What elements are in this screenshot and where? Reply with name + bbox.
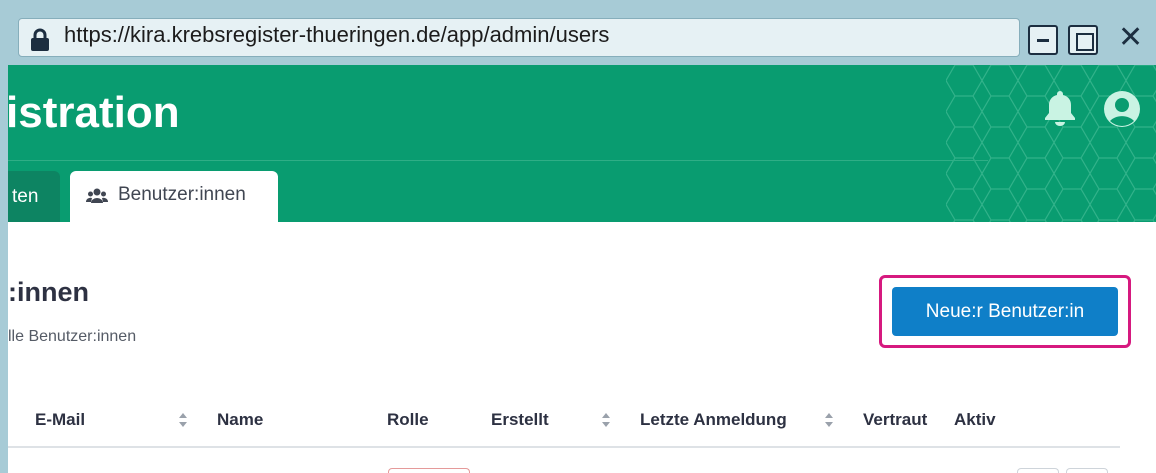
column-header-active[interactable]: Aktiv [954,410,996,430]
row-action-button[interactable] [1017,468,1059,473]
window-frame-left [0,0,8,473]
browser-bar: https://kira.krebsregister-thueringen.de… [8,8,1156,65]
maximize-icon[interactable] [1068,25,1098,55]
page-title: istration [8,88,180,137]
tab-previous[interactable]: ten [8,171,60,222]
new-user-button[interactable]: Neue:r Benutzer:in [892,287,1118,336]
table-header-divider [8,446,1120,448]
sort-icon[interactable] [178,412,188,428]
column-header-name[interactable]: Name [217,410,263,430]
lock-icon [31,28,49,51]
tab-label: ten [12,186,39,207]
bell-icon[interactable] [1043,89,1077,127]
role-badge [388,468,470,473]
check-icon [878,468,888,473]
column-header-created[interactable]: Erstellt [491,410,549,430]
sort-icon[interactable] [601,412,611,428]
minimize-icon[interactable] [1028,25,1058,55]
user-circle-icon[interactable] [1103,90,1141,128]
close-icon[interactable]: ✕ [1108,23,1148,55]
column-header-last-login[interactable]: Letzte Anmeldung [640,410,787,430]
url-text[interactable]: https://kira.krebsregister-thueringen.de… [64,22,609,48]
window-frame-top [0,0,1156,8]
sort-icon[interactable] [824,412,834,428]
header-divider [8,160,988,161]
section-title: :innen [8,277,89,307]
column-header-role[interactable]: Rolle [387,410,429,430]
column-header-trusted[interactable]: Vertraut [863,410,927,430]
tab-label: Benutzer:innen [118,184,246,205]
tab-users[interactable]: Benutzer:innen [70,171,278,222]
row-action-button[interactable] [1066,468,1108,473]
section-subtitle: lle Benutzer:innen [8,328,137,345]
users-icon [86,188,108,203]
app-header: istration ten Benutzer:innen [8,65,1156,222]
column-header-email[interactable]: E-Mail [35,410,85,430]
